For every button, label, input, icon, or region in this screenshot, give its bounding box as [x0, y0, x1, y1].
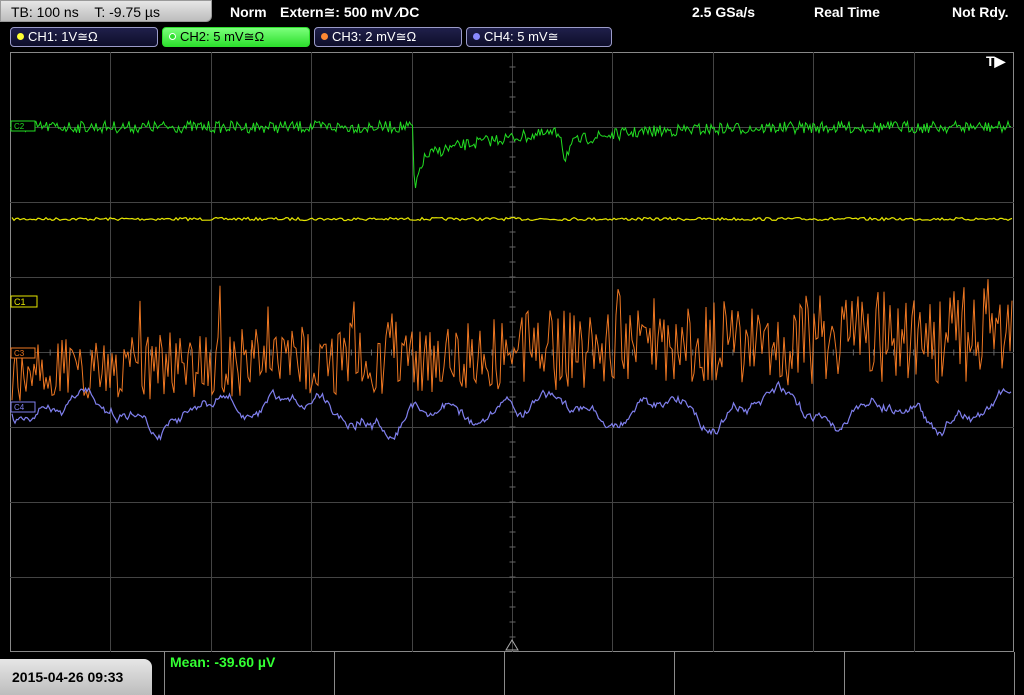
measurement-cell-3[interactable] [504, 652, 675, 695]
trigger-status: Not Rdy. [952, 4, 1009, 20]
sample-rate[interactable]: 2.5 GSa/s [692, 0, 755, 24]
timebase-label: TB: 100 ns [11, 4, 79, 20]
ch2-level-marker[interactable]: C2 [10, 120, 36, 132]
ch4-level-marker[interactable]: C4 [10, 401, 36, 413]
svg-text:C4: C4 [14, 403, 25, 412]
trigger-marker-icon[interactable]: T▶ [986, 53, 1007, 69]
ch1-dot-icon [17, 33, 24, 40]
measurement-cell-5[interactable] [844, 652, 1015, 695]
waveform-display[interactable]: C2 C1 C3 C4 T▶ [10, 52, 1014, 652]
ch3-level-marker[interactable]: C3 [10, 347, 36, 359]
acquisition-mode[interactable]: Real Time [814, 0, 880, 24]
tab-ch1[interactable]: CH1: 1V≅Ω [10, 27, 158, 47]
ch3-dot-icon [321, 33, 328, 40]
tab-ch4-label: CH4: 5 mV≅ [484, 29, 559, 44]
trigger-mode[interactable]: Norm [230, 0, 267, 24]
svg-text:C3: C3 [14, 349, 25, 358]
measurement-cell-4[interactable] [674, 652, 845, 695]
svg-text:C1: C1 [14, 297, 26, 307]
trigger-source[interactable]: Extern≅: 500 mV ⁄DC [280, 0, 419, 24]
ch1-level-marker[interactable]: C1 [10, 295, 38, 308]
measurement-cell-2[interactable] [334, 652, 505, 695]
svg-text:C2: C2 [14, 122, 25, 131]
tab-ch4[interactable]: CH4: 5 mV≅ [466, 27, 612, 47]
timebase-box[interactable]: TB: 100 ns T: -9.75 µs [0, 0, 212, 22]
date-time: 2015-04-26 09:33 [0, 659, 152, 695]
tab-ch3-label: CH3: 2 mV≅Ω [332, 29, 417, 44]
status-bar: TB: 100 ns T: -9.75 µs Norm Extern≅: 500… [0, 0, 1024, 24]
tab-ch3[interactable]: CH3: 2 mV≅Ω [314, 27, 462, 47]
mean-measurement: Mean: -39.60 µV [170, 654, 276, 670]
tab-ch1-label: CH1: 1V≅Ω [28, 29, 98, 44]
ch2-dot-icon [169, 33, 176, 40]
ch4-dot-icon [473, 33, 480, 40]
tab-ch2[interactable]: CH2: 5 mV≅Ω [162, 27, 310, 47]
tab-ch2-label: CH2: 5 mV≅Ω [180, 29, 265, 44]
trigger-time-label: T: -9.75 µs [94, 4, 160, 20]
